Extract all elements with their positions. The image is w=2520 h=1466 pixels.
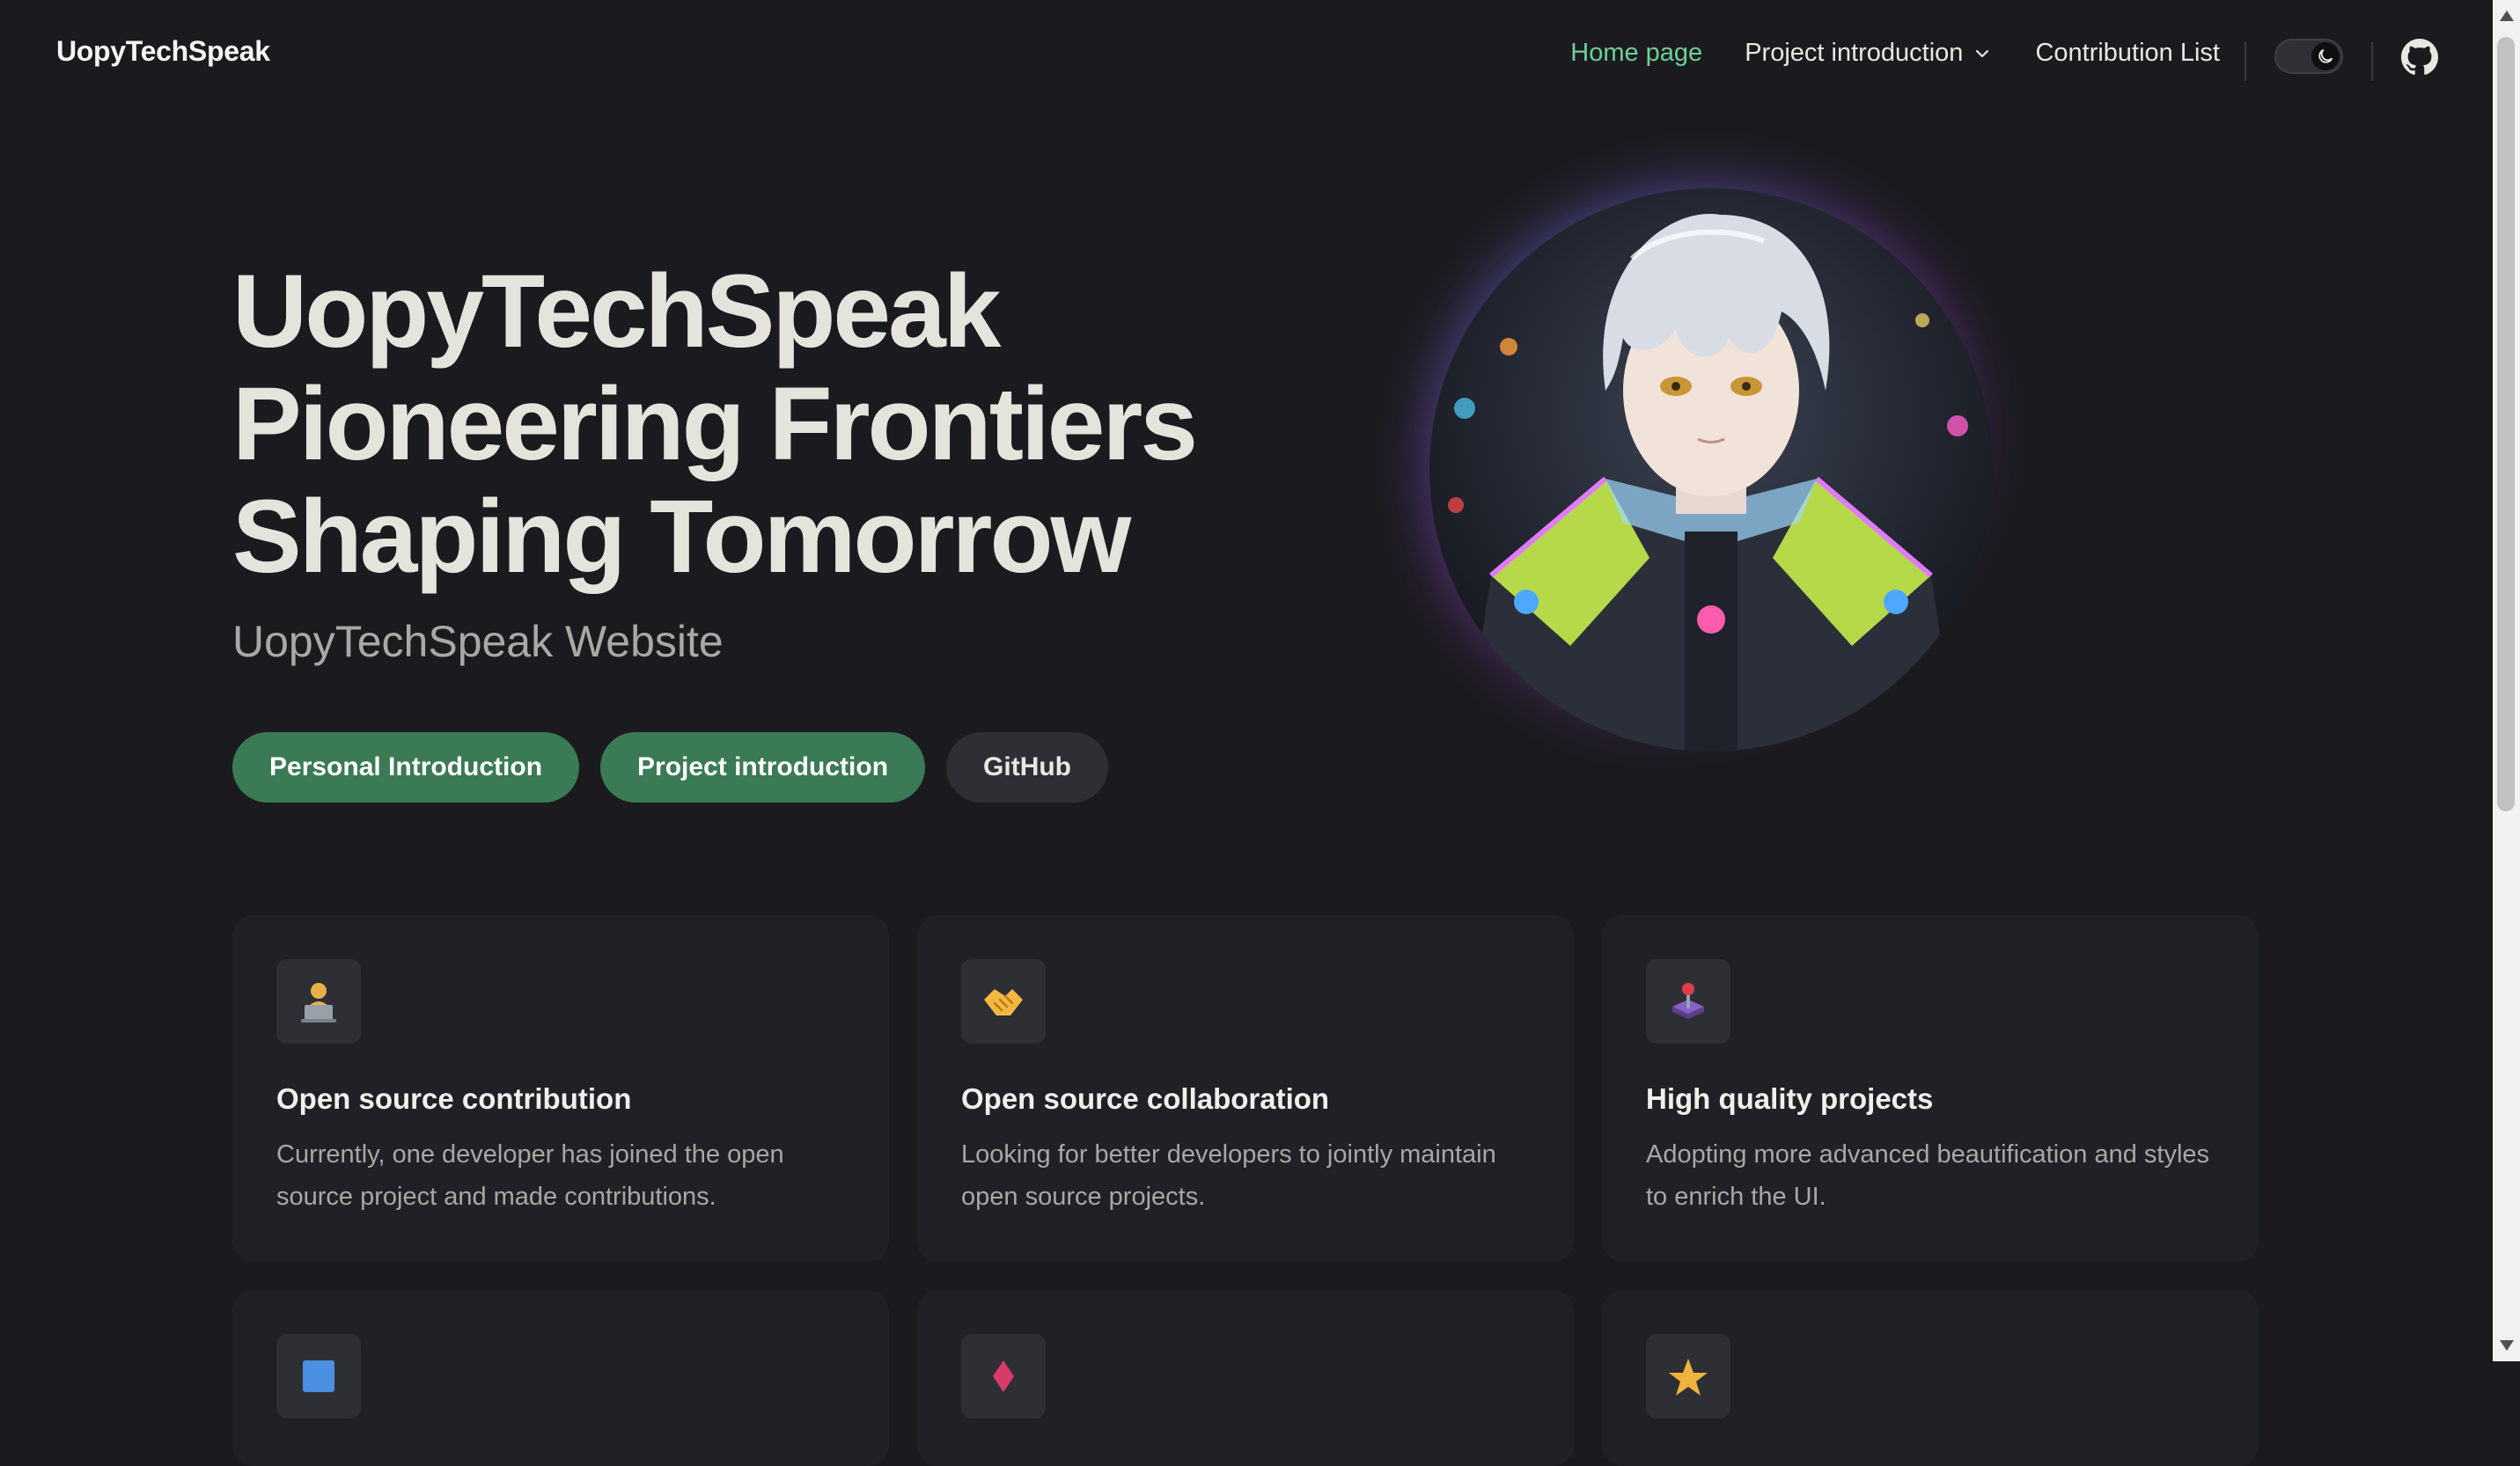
nav-contribution-link[interactable]: Contribution List bbox=[2035, 39, 2220, 68]
features-grid: Open source contribution Currently, one … bbox=[232, 915, 2262, 1466]
feature-description: Currently, one developer has joined the … bbox=[276, 1140, 784, 1211]
hero-actions: Personal Introduction Project introducti… bbox=[232, 732, 1109, 803]
github-icon[interactable] bbox=[2401, 39, 2438, 76]
nav-project-label: Project introduction bbox=[1745, 39, 1964, 67]
technologist-icon bbox=[276, 959, 361, 1044]
nav-divider bbox=[2371, 42, 2373, 81]
feature-card[interactable]: Open source contribution Currently, one … bbox=[232, 915, 889, 1262]
feature-card[interactable] bbox=[1602, 1290, 2259, 1466]
feature-card[interactable] bbox=[232, 1290, 889, 1466]
joystick-icon bbox=[1646, 959, 1730, 1044]
nav-home-link[interactable]: Home page bbox=[1570, 39, 1702, 68]
scrollbar-thumb[interactable] bbox=[2497, 37, 2515, 811]
feature-card[interactable]: Open source collaboration Looking for be… bbox=[917, 915, 1574, 1262]
project-introduction-button[interactable]: Project introduction bbox=[600, 732, 926, 803]
scroll-down-arrow-icon[interactable] bbox=[2500, 1340, 2514, 1351]
feature-title: Open source collaboration bbox=[961, 1082, 1330, 1115]
feature-description: Adopting more advanced beautification an… bbox=[1646, 1140, 2210, 1211]
feature-card[interactable]: High quality projects Adopting more adva… bbox=[1602, 915, 2259, 1262]
feature-card[interactable] bbox=[917, 1290, 1574, 1466]
site-brand[interactable]: UopyTechSpeak bbox=[56, 35, 270, 68]
hero-name: UopyTechSpeak bbox=[232, 255, 1195, 368]
github-button[interactable]: GitHub bbox=[946, 732, 1109, 803]
feature-title: Open source contribution bbox=[276, 1082, 632, 1115]
hero-line-2: Shaping Tomorrow bbox=[232, 479, 1131, 595]
handshake-icon bbox=[961, 959, 1046, 1044]
personal-introduction-button[interactable]: Personal Introduction bbox=[232, 732, 580, 803]
feature-title: High quality projects bbox=[1646, 1082, 1934, 1115]
scroll-up-arrow-icon[interactable] bbox=[2500, 11, 2514, 21]
page-scrollbar[interactable] bbox=[2493, 0, 2520, 1361]
nav-links: Home page Project introduction Contribut… bbox=[1528, 39, 2220, 68]
feature-icon bbox=[961, 1334, 1046, 1418]
nav-divider bbox=[2244, 42, 2246, 81]
hero-avatar-image bbox=[1429, 188, 1993, 751]
moon-icon bbox=[2311, 42, 2340, 70]
chevron-down-icon bbox=[1976, 49, 1989, 57]
top-navbar: UopyTechSpeak Home page Project introduc… bbox=[0, 0, 2493, 113]
feature-icon bbox=[276, 1334, 361, 1418]
theme-toggle[interactable] bbox=[2274, 39, 2343, 74]
feature-icon bbox=[1646, 1334, 1730, 1418]
feature-description: Looking for better developers to jointly… bbox=[961, 1140, 1496, 1211]
hero-heading: UopyTechSpeak Pioneering Frontiers Shapi… bbox=[232, 255, 1198, 595]
hero-tagline: UopyTechSpeak Website bbox=[232, 617, 724, 666]
nav-project-dropdown[interactable]: Project introduction bbox=[1745, 39, 1993, 68]
hero-line-1: Pioneering Frontiers bbox=[232, 366, 1198, 482]
